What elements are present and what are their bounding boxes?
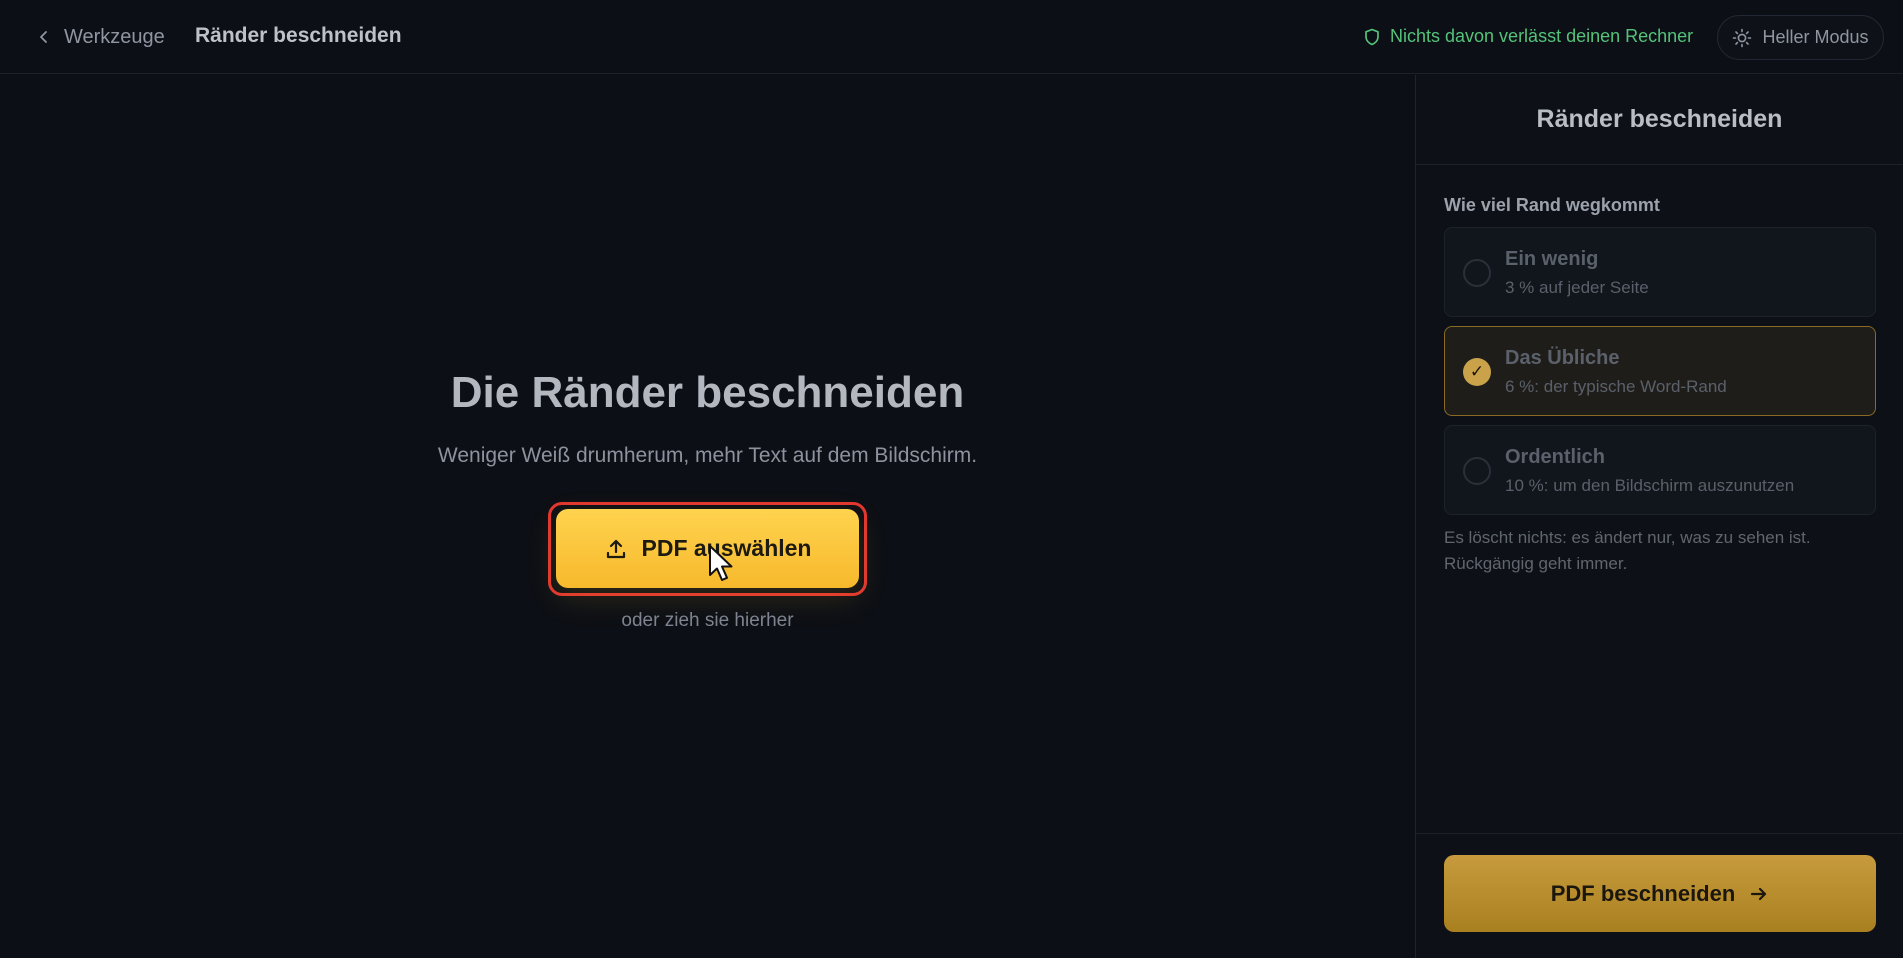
option-little[interactable]: Ein wenig 3 % auf jeder Seite <box>1444 227 1876 317</box>
back-link-label: Werkzeuge <box>64 25 165 48</box>
option-thorough[interactable]: Ordentlich 10 %: um den Bildschirm auszu… <box>1444 425 1876 515</box>
upload-area[interactable]: Die Ränder beschneiden Weniger Weiß drum… <box>0 75 1415 958</box>
option-title: Das Übliche <box>1505 347 1620 369</box>
sun-icon <box>1733 28 1752 47</box>
info-note: Es löscht nichts: es ändert nur, was zu … <box>1444 528 1811 573</box>
option-title: Ein wenig <box>1505 248 1599 270</box>
drop-hint: oder zieh sie hierher <box>621 610 794 631</box>
upload-icon <box>606 539 625 558</box>
panel-footer: PDF beschneiden <box>1416 833 1903 958</box>
settings-panel: Ränder beschneiden Wie viel Rand wegkomm… <box>1415 75 1903 958</box>
privacy-text: Nichts davon verlässt deinen Rechner <box>1390 26 1694 46</box>
page-title: Ränder beschneiden <box>195 24 402 47</box>
option-title: Ordentlich <box>1505 446 1606 468</box>
radio-button[interactable] <box>1463 457 1491 485</box>
panel-title: Ränder beschneiden <box>1416 75 1903 165</box>
arrow-right-icon <box>1751 887 1767 900</box>
light-mode-button[interactable]: Heller Modus <box>1717 15 1884 60</box>
option-description: 3 % auf jeder Seite <box>1505 278 1649 297</box>
light-mode-label: Heller Modus <box>1762 27 1869 47</box>
chevron-left-icon <box>40 31 47 43</box>
option-description: 10 %: um den Bildschirm auszunutzen <box>1505 476 1795 495</box>
hero-subtitle: Weniger Weiß drumherum, mehr Text auf de… <box>437 444 978 467</box>
top-bar: Werkzeuge Ränder beschneiden Nichts davo… <box>0 0 1903 74</box>
privacy-notice: Nichts davon verlässt deinen Rechner <box>1364 26 1693 47</box>
hero-title: Die Ränder beschneiden <box>450 368 965 417</box>
crop-pdf-button[interactable]: PDF beschneiden <box>1444 855 1876 932</box>
back-link[interactable]: Werkzeuge <box>36 24 165 50</box>
shield-icon <box>1365 28 1379 45</box>
margin-amount-label: Wie viel Rand wegkommt <box>1444 195 1660 215</box>
crop-pdf-label: PDF beschneiden <box>1550 880 1736 906</box>
option-usual[interactable]: ✓ Das Übliche 6 %: der typische Word-Ran… <box>1444 326 1876 416</box>
option-description: 6 %: der typische Word-Rand <box>1505 377 1727 396</box>
radio-button[interactable] <box>1463 259 1491 287</box>
mouse-cursor-icon <box>709 545 733 581</box>
radio-checked-icon[interactable]: ✓ <box>1463 358 1491 386</box>
